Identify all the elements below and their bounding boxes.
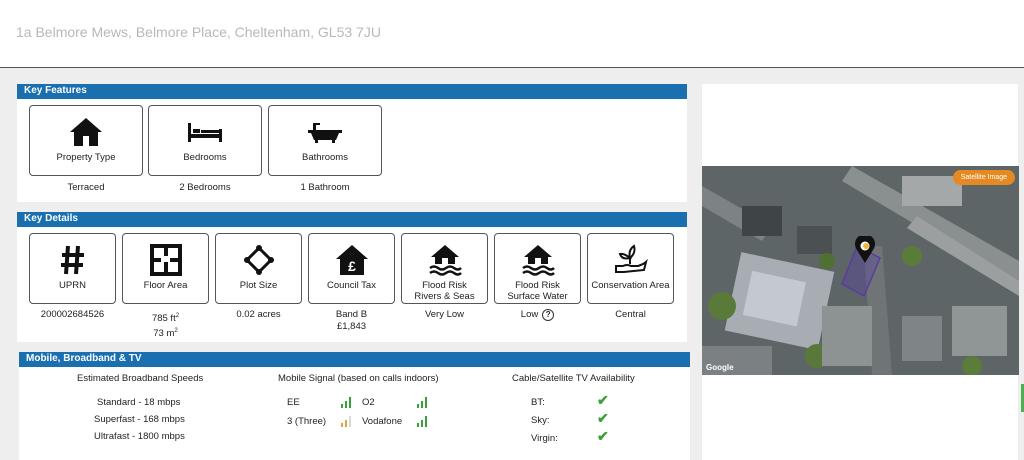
tv-bt: BT: bbox=[531, 397, 545, 408]
broadband-standard: Standard - 18 mbps bbox=[97, 397, 181, 408]
satellite-image-button[interactable]: Satellite Image bbox=[952, 170, 1015, 185]
svg-text:£: £ bbox=[348, 258, 356, 274]
card-label: Flood Risk Surface Water bbox=[495, 280, 580, 302]
google-logo: Google bbox=[706, 363, 734, 372]
signal-bars-icon bbox=[341, 416, 351, 427]
location-pin-icon bbox=[855, 236, 875, 263]
card-flood-surface[interactable]: Flood Risk Surface Water bbox=[494, 233, 581, 304]
card-value: Central bbox=[615, 309, 646, 320]
help-icon[interactable]: ? bbox=[542, 309, 555, 321]
network-ee: EE bbox=[287, 397, 300, 408]
card-label: Bedrooms bbox=[183, 152, 227, 163]
card-label-line1: Flood Risk bbox=[515, 280, 560, 291]
signal-bars-icon bbox=[417, 397, 427, 408]
card-value: 200002684526 bbox=[40, 309, 105, 320]
card-label: Plot Size bbox=[239, 280, 278, 291]
card-bathrooms[interactable]: Bathrooms bbox=[268, 105, 382, 176]
floor-area-unit-sup: 2 bbox=[175, 313, 180, 319]
check-icon: ✔ bbox=[597, 392, 609, 408]
flood-rivers-icon bbox=[402, 242, 487, 278]
key-details-section: Key Details UPRN 200002684526 Floor Area… bbox=[17, 212, 687, 342]
check-icon: ✔ bbox=[597, 428, 609, 444]
council-tax-band: Band B bbox=[335, 309, 368, 320]
check-icon: ✔ bbox=[597, 410, 609, 426]
mobile-broadband-section: Mobile, Broadband & TV Estimated Broadba… bbox=[19, 352, 690, 460]
card-label-line2: Surface Water bbox=[507, 291, 568, 302]
page-title: 1a Belmore Mews, Belmore Place, Cheltenh… bbox=[16, 24, 381, 40]
network-vodafone: Vodafone bbox=[362, 416, 403, 427]
card-floor-area[interactable]: Floor Area bbox=[122, 233, 209, 304]
signal-bars-icon bbox=[341, 397, 351, 408]
council-tax-amount: £1,843 bbox=[336, 321, 367, 332]
plot-icon bbox=[216, 242, 301, 278]
card-value: 1 Bathroom bbox=[300, 182, 350, 193]
section-header: Key Details bbox=[17, 212, 687, 227]
card-label: UPRN bbox=[59, 280, 86, 291]
card-label-line1: Flood Risk bbox=[422, 280, 467, 291]
floor-area-m: 73 m bbox=[153, 328, 175, 340]
council-tax-icon: £ bbox=[309, 242, 394, 278]
card-property-type[interactable]: Property Type bbox=[29, 105, 143, 176]
card-value: 2 Bedrooms bbox=[179, 182, 231, 193]
card-label: Floor Area bbox=[143, 280, 188, 291]
floor-area-ft: 785 ft bbox=[151, 313, 176, 325]
satellite-map[interactable]: Satellite Image Google bbox=[702, 166, 1019, 375]
card-bedrooms[interactable]: Bedrooms bbox=[148, 105, 262, 176]
bath-icon bbox=[269, 114, 381, 150]
card-flood-rivers[interactable]: Flood Risk Rivers & Seas bbox=[401, 233, 488, 304]
card-conservation-area[interactable]: Conservation Area bbox=[587, 233, 674, 304]
card-label: Property Type bbox=[56, 152, 116, 163]
section-header: Mobile, Broadband & TV bbox=[19, 352, 690, 367]
tv-virgin: Virgin: bbox=[531, 433, 558, 444]
satellite-imagery bbox=[702, 166, 1019, 375]
signal-bars-icon bbox=[417, 416, 427, 427]
tv-sky: Sky: bbox=[531, 415, 550, 426]
floor-plan-icon bbox=[123, 242, 208, 278]
card-value: Low bbox=[520, 309, 539, 320]
card-label: Conservation Area bbox=[591, 280, 670, 291]
card-value: Very Low bbox=[424, 309, 465, 320]
bed-icon bbox=[149, 114, 261, 150]
network-o2: O2 bbox=[362, 397, 375, 408]
broadband-superfast: Superfast - 168 mbps bbox=[94, 414, 185, 425]
conservation-icon bbox=[588, 242, 673, 278]
floor-area-unit-sup: 2 bbox=[174, 328, 178, 335]
flood-surface-value: Low? bbox=[494, 309, 581, 321]
tv-heading: Cable/Satellite TV Availability bbox=[512, 373, 635, 384]
council-tax-value: Band B £1,843 bbox=[308, 309, 395, 333]
house-icon bbox=[30, 114, 142, 150]
card-council-tax[interactable]: £ Council Tax bbox=[308, 233, 395, 304]
card-uprn[interactable]: UPRN bbox=[29, 233, 116, 304]
card-label: Flood Risk Rivers & Seas bbox=[402, 280, 487, 302]
card-label-line2: Rivers & Seas bbox=[414, 291, 475, 302]
flood-surface-icon bbox=[495, 242, 580, 278]
card-label: Bathrooms bbox=[302, 152, 348, 163]
broadband-ultrafast: Ultrafast - 1800 mbps bbox=[94, 431, 185, 442]
key-features-section: Key Features Property Type Terraced Bedr… bbox=[17, 84, 687, 202]
signal-heading: Mobile Signal (based on calls indoors) bbox=[278, 373, 439, 384]
header-bar: 1a Belmore Mews, Belmore Place, Cheltenh… bbox=[0, 0, 1024, 68]
card-label: Council Tax bbox=[327, 280, 376, 291]
floor-area-value: 785 ft2 73 m2 bbox=[122, 310, 209, 340]
hash-icon bbox=[30, 242, 115, 278]
network-three: 3 (Three) bbox=[287, 416, 327, 427]
card-value: 0.02 acres bbox=[236, 309, 281, 320]
section-header: Key Features bbox=[17, 84, 687, 99]
card-value: Terraced bbox=[67, 182, 105, 193]
card-plot-size[interactable]: Plot Size bbox=[215, 233, 302, 304]
broadband-heading: Estimated Broadband Speeds bbox=[77, 373, 204, 384]
